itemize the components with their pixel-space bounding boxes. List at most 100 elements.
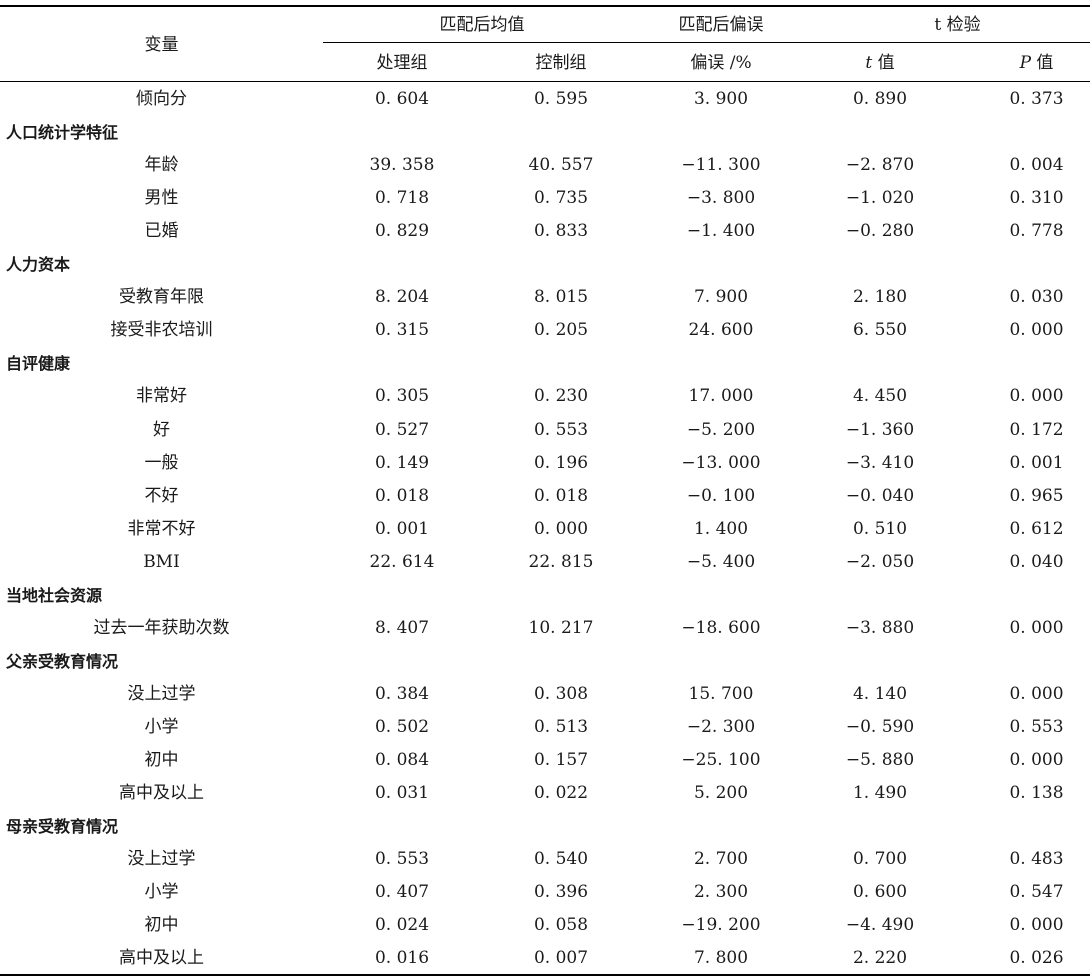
p-value: 0. 612: [1009, 518, 1064, 539]
header-p-value: P 值: [959, 53, 1090, 73]
bias-value: −2. 300: [686, 716, 756, 737]
variable-label: 不好: [144, 485, 179, 506]
bias-value: −5. 200: [686, 419, 756, 440]
p-value: 0. 000: [1009, 386, 1064, 407]
control-value: 0. 205: [533, 320, 589, 341]
p-value: 0. 030: [1009, 287, 1064, 308]
variable-label: 高中及以上: [119, 783, 204, 804]
table-row: 不好 0. 018 0. 018 −0. 100 −0. 040 0. 965: [0, 480, 1090, 513]
t-value: −1. 020: [845, 188, 915, 209]
table-row: 没上过学 0. 384 0. 308 15. 700 4. 140 0. 000: [0, 678, 1090, 711]
p-value: 0. 547: [1009, 882, 1064, 903]
control-value: 0. 157: [533, 750, 589, 770]
variable-label: 非常好: [136, 386, 187, 407]
group-header-row: 人口统计学特征: [0, 116, 1090, 149]
table-row: 初中 0. 024 0. 058 −19. 200 −4. 490 0. 000: [0, 909, 1090, 942]
group-label: 当地社会资源: [6, 585, 103, 605]
treated-value: 0. 384: [374, 683, 430, 704]
variable-label: 初中: [144, 750, 179, 770]
table-row: 小学 0. 407 0. 396 2. 300 0. 600 0. 547: [0, 876, 1090, 909]
group-header-row: 当地社会资源: [0, 579, 1090, 612]
control-value: 22. 815: [528, 551, 594, 572]
table-row: BMI 22. 614 22. 815 −5. 400 −2. 050 0. 040: [0, 546, 1090, 579]
variable-label: 没上过学: [127, 683, 196, 704]
p-value: 0. 004: [1009, 155, 1064, 176]
table-row: 初中 0. 084 0. 157 −25. 100 −5. 880 0. 000: [0, 744, 1090, 777]
t-value: −5. 880: [845, 750, 915, 770]
variable-label: 没上过学: [127, 849, 196, 870]
p-value: 0. 000: [1009, 750, 1064, 770]
t-value: −4. 490: [845, 915, 915, 936]
t-value: −0. 040: [845, 485, 915, 506]
treated-value: 0. 084: [374, 750, 430, 770]
bias-value: 7. 800: [693, 948, 749, 969]
p-value: 0. 172: [1009, 419, 1064, 440]
p-value: 0. 026: [1009, 948, 1064, 969]
treated-value: 22. 614: [369, 551, 435, 572]
t-value: −3. 880: [845, 617, 915, 638]
group-header-row: 人力资本: [0, 248, 1090, 281]
p-value: 0. 000: [1009, 915, 1064, 936]
group-label: 自评健康: [6, 354, 71, 374]
table-row: 一般 0. 149 0. 196 −13. 000 −3. 410 0. 001: [0, 447, 1090, 480]
group-label: 父亲受教育情况: [6, 651, 119, 671]
control-value: 0. 553: [533, 419, 589, 440]
treated-value: 0. 407: [374, 882, 430, 903]
bias-value: −18. 600: [681, 617, 761, 638]
p-value-suffix: 值: [1031, 53, 1054, 73]
table-row: 小学 0. 502 0. 513 −2. 300 −0. 590 0. 553: [0, 711, 1090, 744]
group-header-row: 母亲受教育情况: [0, 810, 1090, 843]
bias-value: 2. 700: [693, 849, 749, 870]
bias-value: 3. 900: [693, 89, 749, 109]
header-bias-pct: 偏误 /%: [690, 53, 752, 73]
header-matched-mean: 匹配后均值: [439, 15, 525, 35]
p-value: 0. 001: [1009, 452, 1064, 473]
t-value: −0. 590: [845, 716, 915, 737]
p-value: 0. 040: [1009, 551, 1064, 572]
control-value: 0. 308: [533, 683, 589, 704]
table-row: 倾向分 0. 604 0. 595 3. 900 0. 890 0. 373: [0, 83, 1090, 116]
p-value: 0. 778: [1009, 221, 1064, 242]
group-label: 母亲受教育情况: [6, 817, 119, 837]
control-value: 0. 230: [533, 386, 589, 407]
header-t-value: t 值: [801, 53, 959, 73]
bias-value: 2. 300: [693, 882, 749, 903]
bottom-rule: [0, 974, 1090, 976]
treated-value: 0. 718: [374, 188, 430, 209]
treated-value: 0. 024: [374, 915, 430, 936]
variable-label: 接受非农培训: [110, 320, 213, 341]
p-value: 0. 000: [1009, 683, 1064, 704]
t-value: 0. 700: [852, 849, 908, 870]
table-row: 过去一年获助次数 8. 407 10. 217 −18. 600 −3. 880 0. 0…: [0, 612, 1090, 645]
table-row: 男性 0. 718 0. 735 −3. 800 −1. 020 0. 310: [0, 182, 1090, 215]
bias-value: 24. 600: [688, 320, 754, 341]
t-value: 4. 140: [852, 683, 908, 704]
t-value: −2. 050: [845, 551, 915, 572]
group-header-row: 父亲受教育情况: [0, 645, 1090, 678]
bias-value: 7. 900: [693, 287, 749, 308]
variable-label: BMI: [143, 551, 180, 572]
t-value: −0. 280: [845, 221, 915, 242]
variable-label: 受教育年限: [119, 287, 204, 308]
bias-value: 1. 400: [693, 518, 749, 539]
control-value: 0. 833: [533, 221, 589, 242]
treated-value: 0. 829: [374, 221, 430, 242]
top-rule: [0, 5, 1090, 7]
variable-label: 年龄: [144, 155, 179, 176]
control-value: 0. 058: [533, 915, 589, 936]
control-value: 0. 000: [533, 518, 589, 539]
treated-value: 0. 018: [374, 485, 430, 506]
treated-value: 0. 031: [374, 783, 430, 804]
variable-label: 一般: [144, 452, 179, 473]
control-value: 8. 015: [533, 287, 589, 308]
bias-value: 15. 700: [688, 683, 754, 704]
table-row: 非常不好 0. 001 0. 000 1. 400 0. 510 0. 612: [0, 513, 1090, 546]
bias-value: −19. 200: [681, 915, 761, 936]
group-label: 人力资本: [6, 255, 71, 275]
treated-value: 8. 407: [374, 617, 430, 638]
p-value: 0. 965: [1009, 485, 1064, 506]
treated-value: 0. 604: [374, 89, 430, 109]
header-treated: 处理组: [376, 53, 428, 73]
treated-value: 0. 016: [374, 948, 430, 969]
bias-value: −25. 100: [681, 750, 761, 770]
